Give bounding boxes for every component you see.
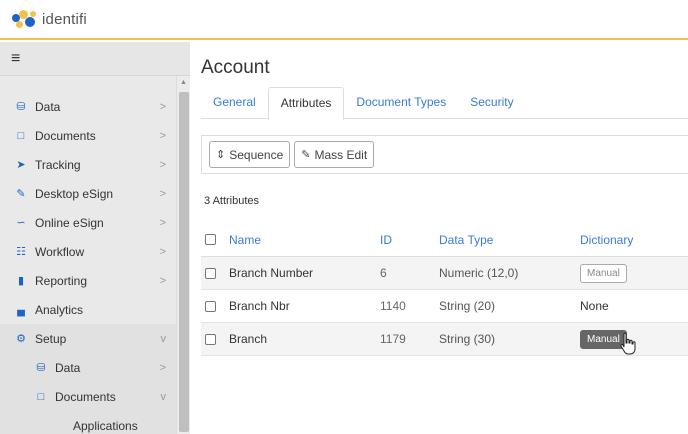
database-icon: ⛁ — [36, 362, 46, 374]
chevron-down-icon: v — [160, 390, 167, 403]
sidebar-item-documents[interactable]: □ Documents > — [0, 121, 176, 150]
dictionary-manual-button[interactable]: Manual — [580, 263, 627, 283]
sequence-label: Sequence — [229, 147, 284, 162]
cell-data-type: String (20) — [439, 299, 496, 313]
sidebar-item-tracking[interactable]: ➤ Tracking > — [0, 150, 176, 179]
row-checkbox[interactable] — [205, 267, 216, 279]
attributes-table: Name ID Data Type Dictionary Branch Numb… — [201, 223, 688, 356]
document-icon: □ — [37, 390, 45, 403]
report-icon: ▮ — [17, 275, 25, 287]
sidebar-item-setup[interactable]: ⚙ Setup v — [0, 324, 176, 353]
cell-name[interactable]: Branch Number — [229, 266, 380, 280]
cell-dictionary: None — [580, 299, 609, 313]
sidebar-subitem-applications[interactable]: Applications — [0, 411, 176, 434]
chevron-down-icon: v — [160, 332, 167, 345]
sidebar-item-label: Setup — [35, 331, 67, 346]
table-row[interactable]: Branch Nbr 1140 String (20) None — [201, 290, 688, 323]
sidebar-item-label: Tracking — [35, 157, 81, 172]
row-checkbox[interactable] — [205, 300, 216, 312]
pen-icon: ✎ — [16, 188, 26, 200]
chevron-right-icon: > — [159, 245, 166, 258]
edit-icon: ✎ — [301, 149, 311, 161]
mass-edit-button[interactable]: ✎ Mass Edit — [294, 141, 375, 168]
sidebar-item-desktop-esign[interactable]: ✎ Desktop eSign > — [0, 179, 176, 208]
sidebar-item-label: Data — [55, 360, 81, 375]
page-title: Account — [201, 57, 270, 78]
attribute-count: 3 Attributes — [204, 195, 260, 207]
sort-icon: ⇕ — [216, 149, 226, 161]
column-header-name[interactable]: Name — [229, 233, 380, 247]
app-logo[interactable]: identifi — [10, 8, 87, 30]
sidebar-item-online-esign[interactable]: ∽ Online eSign > — [0, 208, 176, 237]
cell-name[interactable]: Branch — [229, 332, 380, 346]
chevron-right-icon: > — [159, 187, 166, 200]
chevron-right-icon: > — [159, 129, 166, 142]
hamburger-menu-icon[interactable]: ≡ — [11, 50, 20, 68]
row-checkbox[interactable] — [205, 333, 216, 345]
cell-data-type: String (30) — [439, 332, 496, 346]
cell-id: 6 — [380, 266, 387, 280]
chevron-right-icon: > — [159, 361, 166, 374]
main-content: Account General Attributes Document Type… — [190, 42, 688, 434]
column-header-dictionary[interactable]: Dictionary — [580, 233, 680, 247]
sidebar: ≡ ▲ ⛁ Data > □ Documents > ➤ Tracking > … — [0, 42, 190, 434]
column-header-data-type[interactable]: Data Type — [439, 233, 580, 247]
chart-icon: ▄ — [17, 303, 25, 316]
cell-id: 1140 — [380, 299, 406, 313]
gear-icon: ⚙ — [16, 333, 26, 345]
toolbar: ⇕ Sequence ✎ Mass Edit — [201, 135, 688, 174]
sidebar-item-label: Analytics — [35, 302, 84, 317]
column-header-id[interactable]: ID — [380, 233, 439, 247]
sidebar-item-analytics[interactable]: ▄ Analytics — [0, 295, 176, 324]
select-all-checkbox[interactable] — [205, 234, 216, 245]
sidebar-item-workflow[interactable]: ☷ Workflow > — [0, 237, 176, 266]
sidebar-item-label: Reporting — [35, 273, 88, 288]
table-row[interactable]: Branch Number 6 Numeric (12,0) Manual — [201, 257, 688, 290]
cell-data-type: Numeric (12,0) — [439, 266, 519, 280]
table-row[interactable]: Branch 1179 String (30) Manual — [201, 323, 688, 356]
tab-bar: General Attributes Document Types Securi… — [201, 87, 688, 120]
tab-document-types[interactable]: Document Types — [344, 87, 458, 119]
sidebar-item-label: Workflow — [35, 244, 85, 259]
cell-id: 1179 — [380, 332, 406, 346]
tab-general[interactable]: General — [201, 87, 268, 119]
chevron-right-icon: > — [159, 216, 166, 229]
sidebar-item-label: Desktop eSign — [35, 186, 114, 201]
sidebar-item-label: Applications — [73, 418, 138, 433]
sidebar-scrollbar[interactable]: ▲ — [176, 76, 190, 434]
sidebar-item-label: Online eSign — [35, 215, 104, 230]
sidebar-item-label: Data — [35, 99, 61, 114]
database-icon: ⛁ — [16, 101, 26, 113]
sidebar-item-reporting[interactable]: ▮ Reporting > — [0, 266, 176, 295]
cell-name[interactable]: Branch Nbr — [229, 299, 380, 313]
signature-icon: ∽ — [16, 217, 26, 229]
sidebar-scrollbar-thumb[interactable] — [179, 92, 189, 432]
chevron-right-icon: > — [159, 100, 166, 113]
chevron-right-icon: > — [159, 158, 166, 171]
send-icon: ➤ — [16, 159, 26, 171]
tab-attributes[interactable]: Attributes — [267, 87, 345, 120]
logo-text: identifi — [42, 10, 87, 28]
sidebar-subitem-data[interactable]: ⛁ Data > — [0, 353, 176, 382]
sidebar-item-data[interactable]: ⛁ Data > — [0, 92, 176, 121]
sequence-button[interactable]: ⇕ Sequence — [209, 141, 291, 168]
sidebar-nav: ⛁ Data > □ Documents > ➤ Tracking > ✎ De… — [0, 92, 176, 434]
hand-cursor-icon — [620, 332, 636, 355]
workflow-icon: ☷ — [16, 246, 26, 258]
sidebar-subitem-documents[interactable]: □ Documents v — [0, 382, 176, 411]
top-bar: identifi — [0, 0, 688, 40]
table-header: Name ID Data Type Dictionary — [201, 223, 688, 257]
scroll-up-icon[interactable]: ▲ — [180, 79, 187, 86]
sidebar-item-label: Documents — [35, 128, 96, 143]
sidebar-header: ≡ — [0, 42, 190, 76]
logo-icon — [10, 8, 40, 30]
sidebar-item-label: Documents — [55, 389, 116, 404]
tab-security[interactable]: Security — [458, 87, 525, 119]
chevron-right-icon: > — [159, 274, 166, 287]
mass-edit-label: Mass Edit — [314, 147, 368, 162]
document-icon: □ — [17, 129, 25, 142]
